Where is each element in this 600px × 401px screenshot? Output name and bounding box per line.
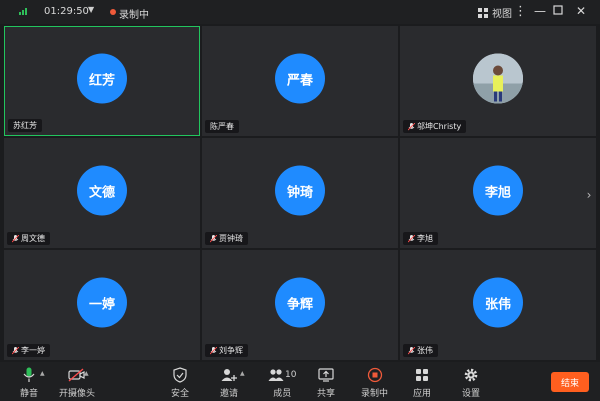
mic-off-icon	[408, 234, 415, 242]
participant-tile[interactable]: 邬坤Christy	[400, 26, 596, 136]
invite-options-icon[interactable]: ▲	[240, 370, 245, 377]
participant-name: 陈严春	[205, 120, 239, 133]
mic-off-icon	[210, 234, 217, 242]
participant-tile[interactable]: 红芳 苏红芳	[4, 26, 200, 136]
participant-tile[interactable]: 严春 陈严春	[202, 26, 398, 136]
maximize-icon[interactable]	[553, 4, 563, 18]
camera-button[interactable]: 开摄像头	[59, 365, 95, 399]
members-count: 10	[285, 370, 297, 380]
participant-tile[interactable]: 钟琦 贾钟琦	[202, 138, 398, 248]
participant-tile[interactable]: 李旭 李旭	[400, 138, 596, 248]
settings-button[interactable]: 设置	[462, 365, 480, 399]
end-meeting-button[interactable]: 结束	[551, 372, 589, 392]
recording-dot-icon	[110, 9, 116, 15]
avatar: 李旭	[473, 165, 523, 216]
avatar: 争辉	[275, 277, 325, 328]
gear-icon	[463, 365, 479, 385]
title-bar: 01:29:50 ▼ 录制中 视图 ⋮ — ✕	[0, 0, 600, 24]
apps-grid-icon	[415, 365, 429, 385]
participant-name: 周文德	[7, 232, 50, 245]
participant-name: 刘争辉	[205, 344, 248, 357]
invite-button[interactable]: 邀请	[220, 365, 238, 399]
members-icon	[268, 369, 284, 381]
apps-button[interactable]: 应用	[413, 365, 431, 399]
more-icon[interactable]: ⋮	[514, 4, 527, 19]
avatar: 严春	[275, 53, 325, 104]
close-icon[interactable]: ✕	[576, 4, 586, 18]
mic-off-icon	[408, 346, 415, 354]
avatar: 红芳	[77, 53, 127, 104]
mute-button[interactable]: 静音	[20, 365, 38, 399]
recording-button[interactable]: 录制中	[361, 365, 388, 399]
participant-tile[interactable]: 一婷 李一婷	[4, 250, 200, 360]
avatar: 钟琦	[275, 165, 325, 216]
members-button[interactable]: 10 成员	[268, 365, 296, 399]
meeting-window: 01:29:50 ▼ 录制中 视图 ⋮ — ✕ 红芳 苏红芳 严春 陈严春 邬坤…	[0, 0, 600, 401]
camera-options-icon[interactable]: ▲	[84, 370, 89, 377]
mic-off-icon	[408, 122, 415, 130]
participant-name: 张伟	[403, 344, 438, 357]
meeting-toolbar: 静音 ▲ 开摄像头 ▲ 安全 邀请 ▲ 10 成员 共享 录制中 应用 设置	[0, 362, 600, 401]
mute-options-icon[interactable]: ▲	[40, 370, 45, 377]
security-button[interactable]: 安全	[171, 365, 189, 399]
grid-icon	[478, 7, 488, 18]
participant-name: 苏红芳	[8, 119, 42, 132]
share-button[interactable]: 共享	[317, 365, 335, 399]
participant-name: 邬坤Christy	[403, 120, 467, 133]
mic-off-icon	[210, 346, 217, 354]
participant-tile[interactable]: 争辉 刘争辉	[202, 250, 398, 360]
mic-off-icon	[12, 346, 19, 354]
recording-status[interactable]: 录制中	[119, 6, 149, 21]
next-page-icon[interactable]: ›	[582, 183, 596, 207]
share-screen-icon	[318, 365, 334, 385]
mic-off-icon	[12, 234, 19, 242]
video-grid: 红芳 苏红芳 严春 陈严春 邬坤Christy 文德 周文德 钟琦 贾钟琦 李旭…	[4, 26, 596, 360]
view-label: 视图	[492, 9, 512, 20]
view-button[interactable]: 视图	[478, 5, 512, 20]
avatar: 张伟	[473, 277, 523, 328]
participant-name: 李一婷	[7, 344, 50, 357]
network-signal-icon[interactable]	[19, 8, 27, 15]
add-user-icon	[221, 365, 237, 385]
participant-tile[interactable]: 张伟 张伟	[400, 250, 596, 360]
shield-icon	[173, 365, 187, 385]
participant-name: 贾钟琦	[205, 232, 248, 245]
meeting-timer: 01:29:50	[44, 6, 89, 17]
participant-name: 李旭	[403, 232, 438, 245]
microphone-icon	[22, 365, 36, 385]
minimize-icon[interactable]: —	[534, 4, 546, 18]
record-icon	[367, 365, 383, 385]
avatar: 文德	[77, 165, 127, 216]
avatar: 一婷	[77, 277, 127, 328]
participant-tile[interactable]: 文德 周文德	[4, 138, 200, 248]
avatar-photo	[473, 53, 523, 104]
chevron-down-icon[interactable]: ▼	[88, 5, 94, 14]
